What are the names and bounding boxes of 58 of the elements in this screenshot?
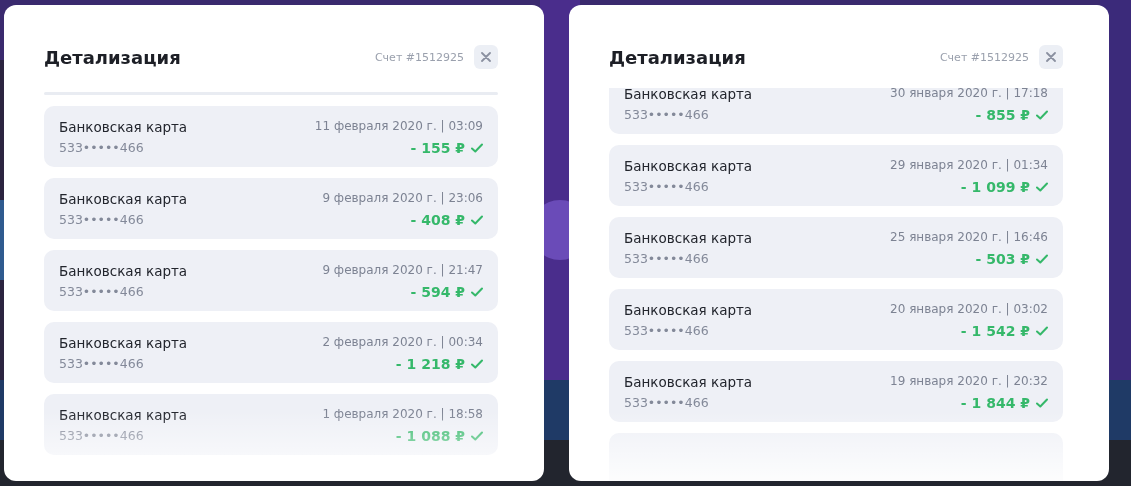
transaction-amount: - 1 218 ₽ (395, 356, 465, 372)
payment-method: Банковская карта (59, 119, 189, 135)
transaction-card[interactable]: Банковская карта 11 февраля 2020 г. | 03:09 533•••••466 - 155 ₽ (44, 106, 498, 167)
transaction-date: 2 февраля 2020 г. | 00:34 (322, 335, 483, 351)
transaction-amount: - 408 ₽ (410, 212, 465, 228)
transaction-card[interactable]: Банковская карта 9 февраля 2020 г. | 21:47 533•••••466 - 594 ₽ (44, 250, 498, 311)
payment-method: Банковская карта (624, 88, 754, 102)
transaction-date: 11 февраля 2020 г. | 03:09 (314, 119, 483, 135)
transaction-card[interactable]: Банковская карта 30 января 2020 г. | 17:18 533•••••466 - 855 ₽ (609, 88, 1063, 134)
transaction-amount: - 1 542 ₽ (960, 323, 1030, 339)
payment-method: Банковская карта (624, 230, 754, 246)
transaction-date: 9 февраля 2020 г. | 23:06 (322, 191, 483, 207)
payment-method: Банковская карта (59, 407, 189, 423)
transaction-date: 20 января 2020 г. | 03:02 (890, 302, 1048, 318)
card-number: 533•••••466 (624, 323, 710, 339)
transaction-card[interactable]: Банковская карта 1 февраля 2020 г. | 18:58 533•••••466 - 1 088 ₽ (44, 394, 498, 455)
transaction-date: 19 января 2020 г. | 20:32 (890, 374, 1048, 390)
transaction-amount: - 1 099 ₽ (960, 179, 1030, 195)
card-number: 533•••••466 (624, 179, 710, 195)
transaction-date: 9 февраля 2020 г. | 21:47 (322, 263, 483, 279)
transaction-amount: - 1 088 ₽ (395, 428, 465, 444)
transaction-card[interactable]: Банковская карта 29 января 2020 г. | 01:34 533•••••466 - 1 099 ₽ (609, 145, 1063, 206)
transaction-date: 30 января 2020 г. | 17:18 (890, 88, 1048, 102)
card-number: 533•••••466 (624, 107, 710, 123)
payment-method: Банковская карта (624, 302, 754, 318)
modal-title: Детализация (609, 46, 747, 68)
transaction-card[interactable]: Банковская карта 9 февраля 2020 г. | 23:06 533•••••466 - 408 ₽ (44, 178, 498, 239)
payment-method: Банковская карта (624, 158, 754, 174)
card-number: 533•••••466 (59, 284, 145, 300)
account-number: Счет #1512925 (939, 50, 1029, 64)
transaction-amount: - 1 844 ₽ (960, 395, 1030, 411)
transaction-amount: - 155 ₽ (410, 140, 465, 156)
payment-method: Банковская карта (59, 335, 189, 351)
card-number: 533•••••466 (59, 428, 145, 444)
transaction-date: 25 января 2020 г. | 16:46 (890, 230, 1048, 246)
close-button[interactable] (1039, 45, 1063, 69)
close-icon (1046, 52, 1056, 62)
card-number: 533•••••466 (624, 251, 710, 267)
modal-title: Детализация (44, 46, 182, 68)
transaction-card[interactable]: Банковская карта 2 февраля 2020 г. | 00:34 533•••••466 - 1 218 ₽ (44, 322, 498, 383)
payment-method: Банковская карта (624, 374, 754, 390)
card-number: 533•••••466 (59, 212, 145, 228)
card-number: 533•••••466 (59, 140, 145, 156)
payment-method: Банковская карта (59, 191, 189, 207)
account-number: Счет #1512925 (374, 50, 464, 64)
transaction-amount: - 594 ₽ (410, 284, 465, 300)
transaction-date: 1 февраля 2020 г. | 18:58 (322, 407, 483, 423)
transaction-date: 29 января 2020 г. | 01:34 (890, 158, 1048, 174)
card-number: 533•••••466 (59, 356, 145, 372)
transaction-amount: - 503 ₽ (975, 251, 1030, 267)
transaction-card[interactable]: Банковская карта 25 января 2020 г. | 16:46 533•••••466 - 503 ₽ (609, 217, 1063, 278)
payment-method: Банковская карта (59, 263, 189, 279)
close-icon (481, 52, 491, 62)
transaction-amount: - 855 ₽ (975, 107, 1030, 123)
transaction-card[interactable]: Банковская карта 19 января 2020 г. | 20:32 533•••••466 - 1 844 ₽ (609, 361, 1063, 422)
close-button[interactable] (474, 45, 498, 69)
transaction-card[interactable]: Банковская карта 20 января 2020 г. | 03:02 533•••••466 - 1 542 ₽ (609, 289, 1063, 350)
card-number: 533•••••466 (624, 395, 710, 411)
